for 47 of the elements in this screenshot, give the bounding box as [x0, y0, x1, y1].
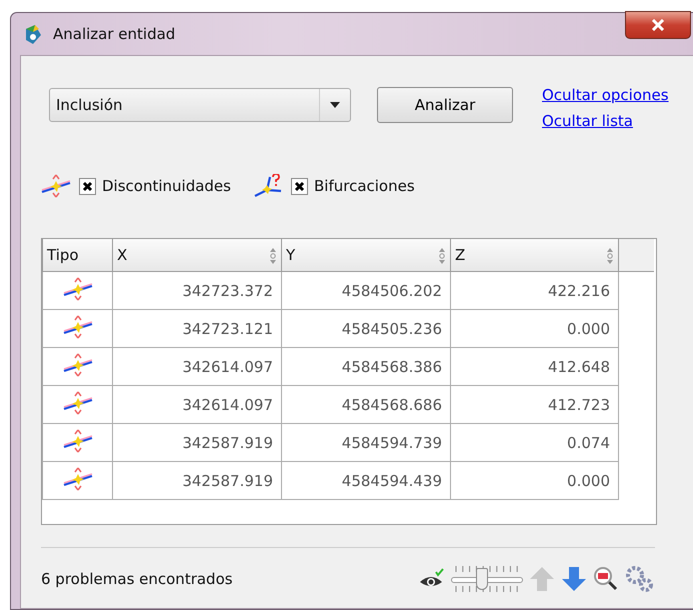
slider[interactable] — [451, 564, 523, 594]
caret-icon[interactable] — [330, 102, 340, 108]
column-header[interactable]: Z — [450, 239, 618, 272]
zoom-icon[interactable] — [593, 566, 619, 592]
table-cell: 342723.121 — [112, 310, 282, 348]
table-cell: 412.723 — [450, 386, 618, 424]
table-cell: 412.648 — [450, 348, 618, 386]
table-cell: 342587.919 — [112, 462, 282, 500]
sort-icon[interactable] — [269, 247, 277, 265]
sort-icon[interactable] — [606, 247, 614, 265]
app-icon — [23, 23, 43, 45]
column-header[interactable]: Tipo — [42, 239, 112, 272]
table-cell: 0.000 — [450, 310, 618, 348]
column-header[interactable]: Y — [282, 239, 450, 272]
table-cell: 0.074 — [450, 424, 618, 462]
table-cell: 4584506.202 — [282, 272, 450, 310]
table-cell: 4584568.686 — [282, 386, 450, 424]
cross-mark-icon[interactable] — [294, 180, 305, 192]
table-cell: 342614.097 — [112, 348, 282, 386]
table-cell: 4584594.739 — [282, 424, 450, 462]
table-cell: 0.000 — [450, 462, 618, 500]
table-cell: 342614.097 — [112, 386, 282, 424]
filter-label: Bifurcaciones — [314, 177, 415, 195]
sort-icon[interactable] — [438, 247, 446, 265]
close-icon[interactable] — [651, 19, 665, 31]
checkbox[interactable] — [79, 178, 96, 194]
table-cell: 4584568.386 — [282, 348, 450, 386]
down-arrow-icon[interactable] — [561, 566, 587, 592]
table-cell: 342587.919 — [112, 424, 282, 462]
analyze-button[interactable]: Analizar — [377, 87, 513, 123]
slider-thumb[interactable] — [476, 568, 488, 590]
filter-label: Discontinuidades — [102, 177, 231, 195]
analysis-type-dropdown[interactable]: Inclusión — [49, 88, 351, 122]
table-cell: 4584594.439 — [282, 462, 450, 500]
table-cell: 342723.372 — [112, 272, 282, 310]
link[interactable]: Ocultar lista — [542, 112, 669, 130]
cross-mark-icon[interactable] — [82, 180, 93, 192]
table-cell: 4584505.236 — [282, 310, 450, 348]
table-cell: 422.216 — [450, 272, 618, 310]
window-title: Analizar entidad — [53, 25, 176, 43]
link[interactable]: Ocultar opciones — [542, 86, 669, 104]
close-button[interactable] — [625, 11, 691, 39]
gears-icon[interactable] — [625, 565, 655, 593]
status-text: 6 problemas encontrados — [41, 570, 234, 588]
checkbox[interactable] — [290, 178, 308, 194]
column-header[interactable]: X — [112, 239, 282, 272]
discontinuity-icon — [39, 174, 73, 198]
